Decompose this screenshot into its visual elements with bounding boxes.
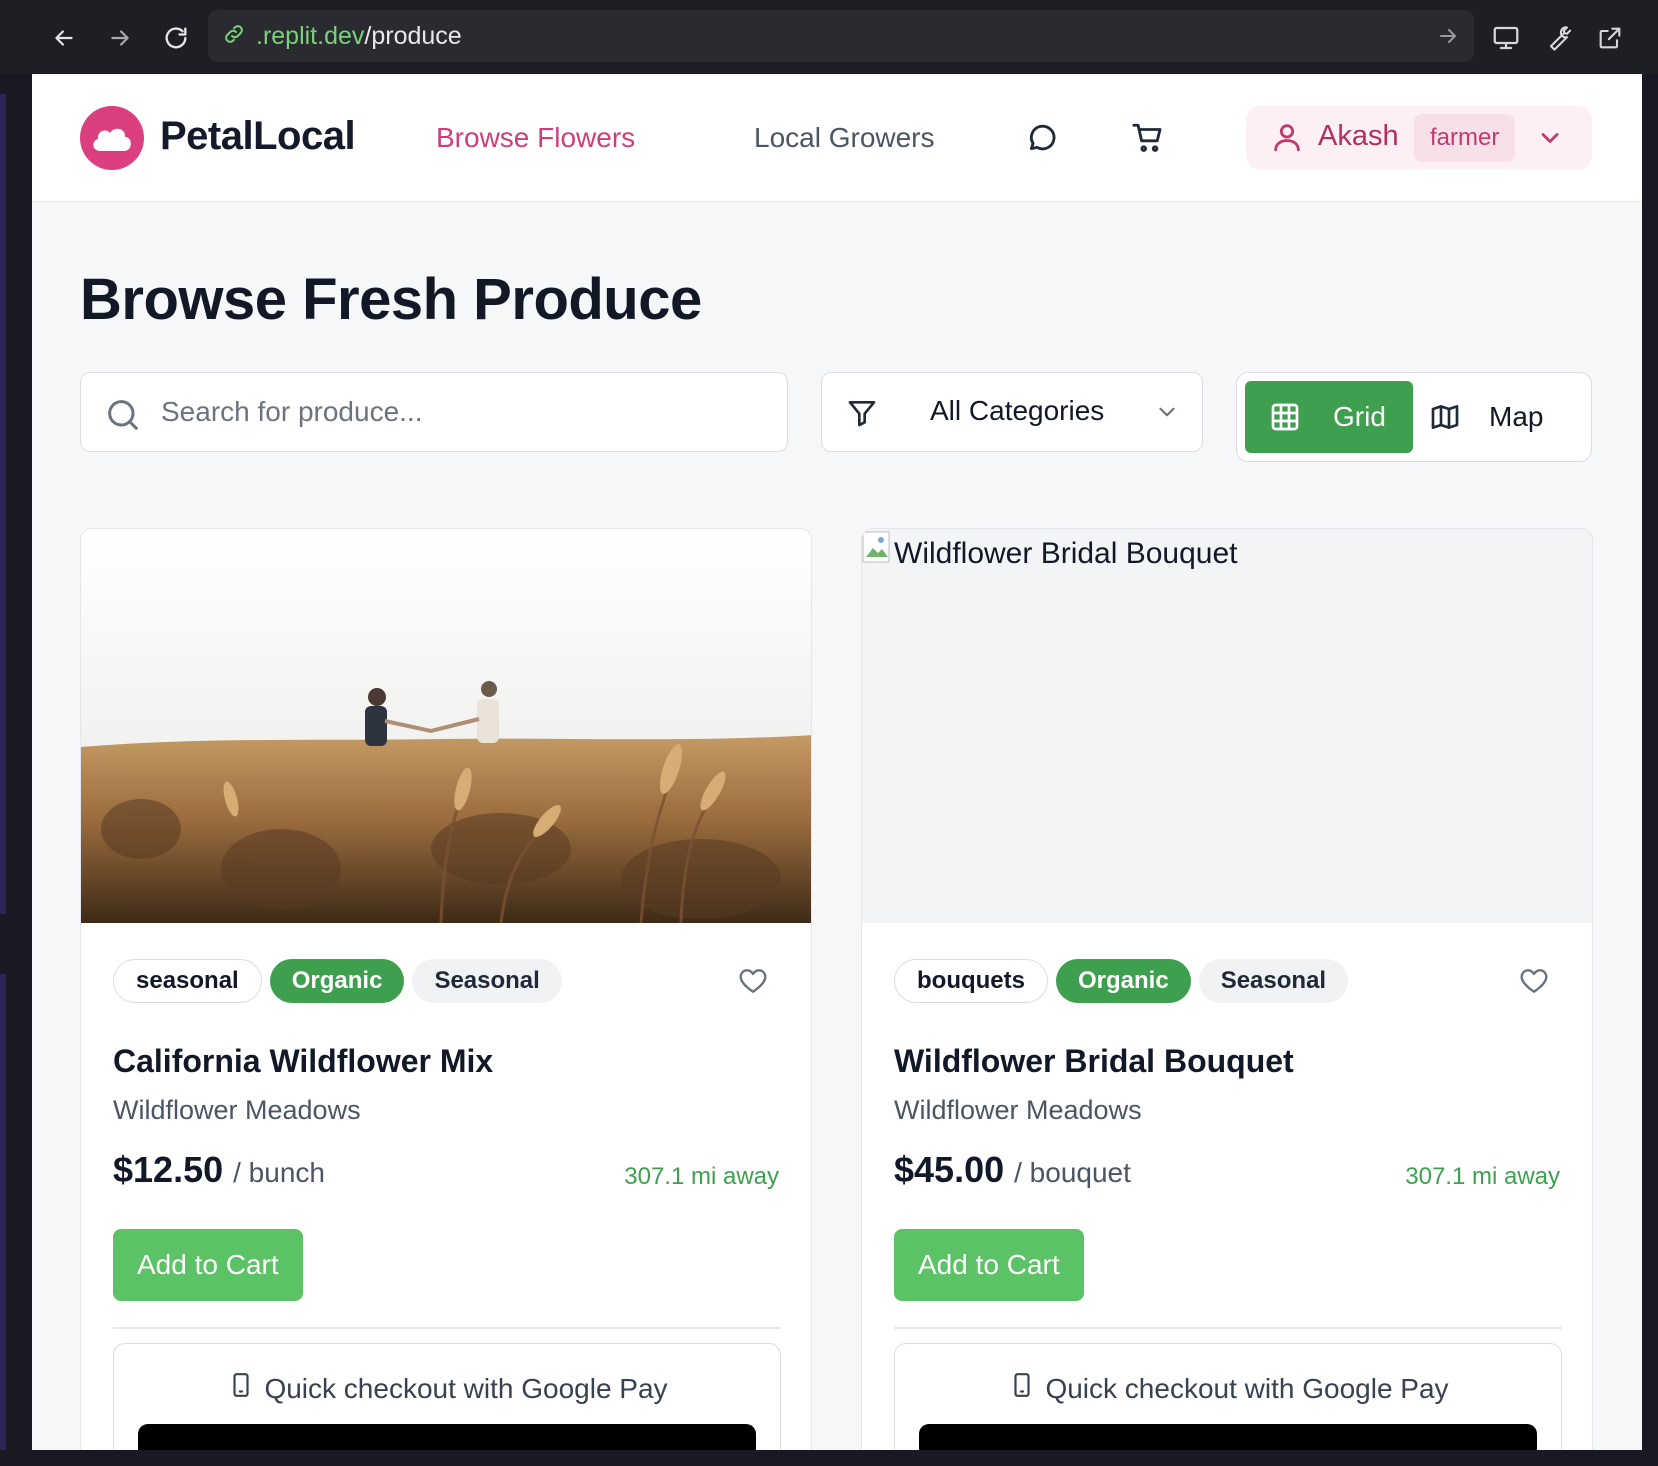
role-badge: farmer bbox=[1414, 114, 1516, 162]
tag-category[interactable]: bouquets bbox=[894, 959, 1048, 1003]
search-field[interactable] bbox=[80, 372, 788, 452]
nav-local-growers[interactable]: Local Growers bbox=[754, 122, 935, 154]
product-title[interactable]: Wildflower Bridal Bouquet bbox=[894, 1043, 1294, 1080]
brand-name[interactable]: PetalLocal bbox=[160, 114, 356, 159]
google-pay-section: Quick checkout with Google Pay bbox=[894, 1343, 1562, 1450]
map-view-label: Map bbox=[1489, 401, 1544, 432]
address-bar[interactable]: .replit.dev/produce bbox=[208, 10, 1474, 62]
view-toggle: Grid Map bbox=[1236, 372, 1592, 462]
search-input[interactable] bbox=[161, 387, 761, 437]
google-pay-label: Quick checkout with Google Pay bbox=[895, 1370, 1563, 1407]
smartphone-icon bbox=[1009, 1370, 1035, 1407]
browser-toolbar: .replit.dev/produce bbox=[0, 0, 1658, 74]
url-text: .replit.dev/produce bbox=[256, 21, 462, 50]
tag-organic[interactable]: Organic bbox=[269, 959, 405, 1003]
add-to-cart-button[interactable]: Add to Cart bbox=[894, 1229, 1084, 1301]
add-to-cart-button[interactable]: Add to Cart bbox=[113, 1229, 303, 1301]
image-alt-text: Wildflower Bridal Bouquet bbox=[894, 537, 1238, 570]
user-icon bbox=[1270, 120, 1304, 159]
product-image-wheat-field[interactable] bbox=[81, 529, 811, 924]
product-card: Wildflower Bridal Bouquet bouquets Organ… bbox=[861, 528, 1593, 1450]
user-name: Akash bbox=[1318, 120, 1399, 152]
broken-image-icon bbox=[862, 531, 892, 570]
search-icon bbox=[103, 395, 143, 440]
product-price: $12.50 / bunch bbox=[113, 1149, 325, 1190]
cart-icon[interactable] bbox=[1128, 118, 1168, 158]
product-image-broken[interactable]: Wildflower Bridal Bouquet bbox=[862, 529, 1592, 923]
go-arrow-icon[interactable] bbox=[1436, 24, 1460, 53]
product-card: seasonal Organic Seasonal California Wil… bbox=[80, 528, 812, 1450]
smartphone-icon bbox=[228, 1370, 254, 1407]
site-header: PetalLocal Browse Flowers Local Growers … bbox=[32, 74, 1642, 202]
tag-organic[interactable]: Organic bbox=[1056, 959, 1191, 1003]
price-unit: / bunch bbox=[233, 1157, 325, 1188]
devices-icon[interactable] bbox=[1486, 18, 1526, 58]
chevron-down-icon bbox=[1154, 399, 1180, 430]
right-window-edge bbox=[1642, 74, 1658, 1466]
category-select[interactable]: All Categories bbox=[821, 372, 1203, 452]
forward-icon[interactable] bbox=[100, 18, 140, 58]
user-menu[interactable]: Akash farmer bbox=[1246, 106, 1592, 170]
favorite-heart-icon[interactable] bbox=[1518, 965, 1550, 1002]
map-view-button[interactable]: Map bbox=[1417, 381, 1585, 453]
google-pay-button[interactable] bbox=[138, 1424, 756, 1450]
wrench-icon[interactable] bbox=[1538, 18, 1578, 58]
grid-view-label: Grid bbox=[1333, 401, 1386, 432]
link-icon bbox=[222, 22, 246, 51]
price-unit: / bouquet bbox=[1014, 1157, 1131, 1188]
tag-list: seasonal Organic Seasonal bbox=[113, 959, 562, 1003]
external-link-icon[interactable] bbox=[1590, 18, 1630, 58]
chevron-down-icon bbox=[1536, 124, 1564, 157]
logo-flower-icon[interactable] bbox=[80, 106, 144, 170]
grid-view-button[interactable]: Grid bbox=[1245, 381, 1413, 453]
divider bbox=[113, 1327, 781, 1329]
page-title: Browse Fresh Produce bbox=[80, 267, 702, 332]
distance-label: 307.1 mi away bbox=[624, 1163, 779, 1190]
google-pay-button[interactable] bbox=[919, 1424, 1537, 1450]
product-title[interactable]: California Wildflower Mix bbox=[113, 1043, 493, 1080]
reload-icon[interactable] bbox=[156, 18, 196, 58]
divider bbox=[894, 1327, 1562, 1329]
nav-browse-flowers[interactable]: Browse Flowers bbox=[436, 122, 635, 154]
google-pay-section: Quick checkout with Google Pay bbox=[113, 1343, 781, 1450]
tag-seasonal[interactable]: Seasonal bbox=[1198, 959, 1349, 1003]
grid-icon bbox=[1269, 401, 1301, 438]
favorite-heart-icon[interactable] bbox=[737, 965, 769, 1002]
left-window-edge bbox=[0, 74, 32, 1466]
tag-list: bouquets Organic Seasonal bbox=[894, 959, 1349, 1003]
tag-seasonal[interactable]: Seasonal bbox=[412, 959, 562, 1003]
back-icon[interactable] bbox=[44, 18, 84, 58]
google-pay-label: Quick checkout with Google Pay bbox=[114, 1370, 782, 1407]
app-viewport: PetalLocal Browse Flowers Local Growers … bbox=[32, 74, 1642, 1450]
tag-category[interactable]: seasonal bbox=[113, 959, 262, 1003]
category-selected: All Categories bbox=[930, 395, 1105, 426]
grower-name[interactable]: Wildflower Meadows bbox=[113, 1095, 361, 1126]
bottom-window-edge bbox=[0, 1450, 1658, 1466]
filter-icon bbox=[846, 397, 878, 434]
distance-label: 307.1 mi away bbox=[1405, 1163, 1560, 1190]
messages-icon[interactable] bbox=[1022, 118, 1062, 158]
grower-name[interactable]: Wildflower Meadows bbox=[894, 1095, 1142, 1126]
product-price: $45.00 / bouquet bbox=[894, 1149, 1131, 1190]
map-icon bbox=[1429, 401, 1461, 438]
